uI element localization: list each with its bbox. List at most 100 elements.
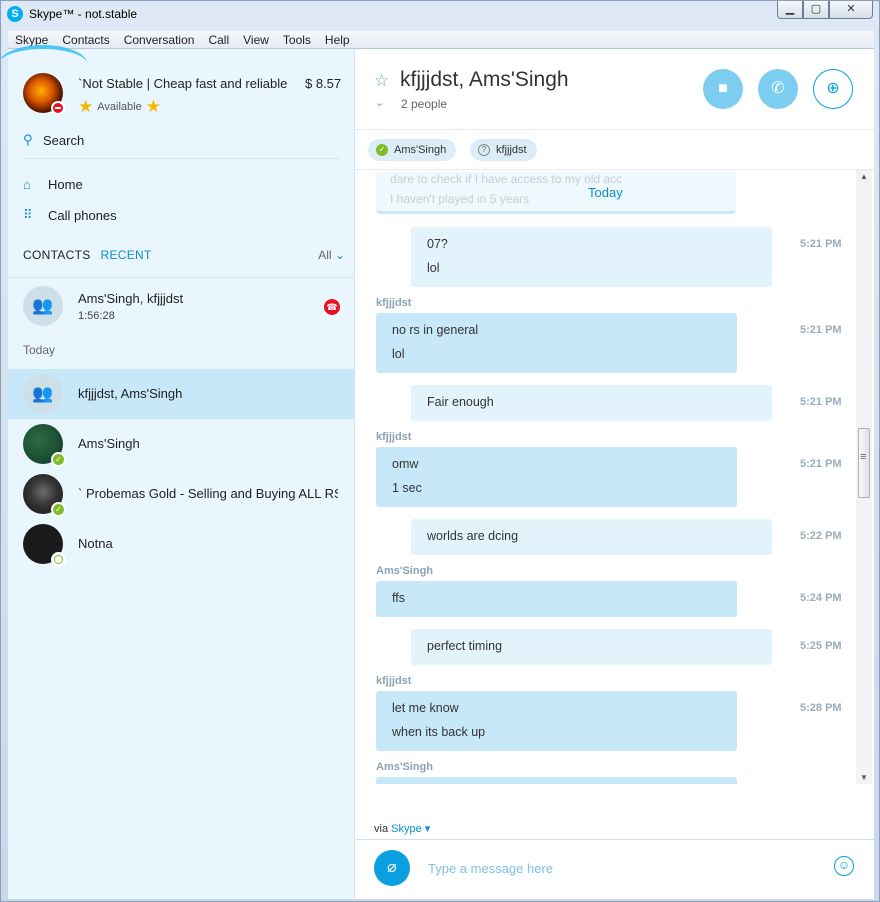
maximize-button[interactable]: ▢ — [803, 1, 829, 19]
search-label: Search — [43, 132, 85, 148]
message-sender: Ams'Singh — [376, 565, 434, 577]
minimize-button[interactable]: ▁ — [777, 1, 803, 19]
message-bubble[interactable]: no rs in general lol — [376, 313, 737, 373]
section-today-label: Today — [23, 343, 56, 357]
participant-chip[interactable]: ? kfjjjdst — [470, 139, 537, 161]
send-via-selector[interactable]: via Skype ▾ — [374, 822, 430, 835]
conversation-pane: ☆ kfjjjdst, Ams'Singh ⌄ 2 people ■ ✆ ⊕ ✓… — [356, 49, 874, 899]
scroll-down-icon[interactable]: ▼ — [860, 773, 868, 782]
list-item-notna[interactable]: Notna — [8, 519, 355, 569]
list-item-name: Notna — [78, 536, 113, 551]
message-bubble[interactable]: perfect timing — [411, 629, 772, 665]
home-icon: ⌂ — [23, 177, 31, 192]
message-time: 5:21 PM — [800, 238, 842, 250]
menu-contacts[interactable]: Contacts — [55, 31, 116, 48]
message-bubble[interactable]: let me know when its back up — [376, 691, 737, 751]
message-bubble[interactable]: omw 1 sec — [376, 447, 737, 507]
online-status-icon: ✓ — [51, 452, 66, 467]
scrolled-message-line: I haven't played in 5 years — [390, 192, 530, 206]
call-phones-button[interactable]: ⠿ Call phones — [23, 207, 117, 223]
menu-conversation[interactable]: Conversation — [117, 31, 202, 48]
list-item-amssingh[interactable]: ✓ Ams'Singh — [8, 419, 355, 469]
conversation-title[interactable]: kfjjjdst, Ams'Singh — [400, 68, 569, 92]
message-history[interactable]: dare to check if I have access to my old… — [356, 170, 856, 784]
video-camera-icon: ■ — [718, 80, 728, 97]
divider — [356, 129, 874, 130]
message-scrollbar[interactable]: ▲ ▼ — [856, 170, 872, 784]
favorite-star-icon[interactable]: ☆ — [374, 71, 389, 91]
message-bubble[interactable]: 07? lol — [411, 227, 772, 287]
tab-contacts[interactable]: CONTACTS — [23, 248, 91, 262]
search-button[interactable]: ⚲ Search — [23, 132, 84, 148]
message-sender: kfjjjdst — [376, 675, 412, 687]
unknown-status-icon: ? — [478, 144, 490, 156]
profile-status[interactable]: ★ Available ★ — [78, 98, 161, 115]
message-sender: kfjjjdst — [376, 297, 412, 309]
filter-dropdown[interactable]: All ⌄ — [318, 248, 345, 262]
recent-item-duration: 1:56:28 — [78, 310, 115, 322]
message-time: 5:21 PM — [800, 324, 842, 336]
title-bar: S Skype™ - not.stable ▁ ▢ ✕ — [1, 1, 879, 29]
profile-status-label: Available — [97, 100, 142, 113]
smiley-icon: ☺ — [837, 858, 851, 872]
tab-recent[interactable]: RECENT — [101, 248, 152, 262]
message-sender: kfjjjdst — [376, 431, 412, 443]
star-icon: ★ — [78, 97, 94, 116]
message-time: 5:21 PM — [800, 458, 842, 470]
message-line: lol — [427, 261, 440, 275]
via-service: Skype — [391, 823, 422, 835]
scroll-up-icon[interactable]: ▲ — [860, 172, 868, 181]
list-item-kfjjjdst-amssingh[interactable]: 👥 kfjjjdst, Ams'Singh — [8, 369, 355, 419]
list-item-name: kfjjjdst, Ams'Singh — [78, 386, 183, 401]
message-bubble[interactable] — [376, 777, 737, 784]
recent-item[interactable]: 👥 Ams'Singh, kfjjjdst 1:56:28 ☎ — [8, 281, 355, 331]
avatar — [23, 524, 66, 567]
paperclip-icon: ⌀ — [387, 859, 397, 876]
recent-item-name: Ams'Singh, kfjjjdst — [78, 291, 184, 306]
message-time: 5:28 PM — [800, 702, 842, 714]
divider — [8, 277, 355, 278]
message-sender: Ams'Singh — [376, 761, 434, 773]
home-button[interactable]: ⌂ Home — [23, 177, 83, 192]
message-line: lol — [392, 347, 405, 361]
participant-chip[interactable]: ✓ Ams'Singh — [368, 139, 457, 161]
menu-view[interactable]: View — [236, 31, 276, 48]
group-icon: 👥 — [23, 286, 63, 326]
divider — [23, 158, 340, 159]
group-icon: 👥 — [23, 374, 63, 414]
dialpad-icon: ⠿ — [23, 207, 33, 222]
compose-bar: ⌀ ☺ — [356, 839, 874, 899]
menu-tools[interactable]: Tools — [276, 31, 318, 48]
message-time: 5:24 PM — [800, 592, 842, 604]
list-item-probemas[interactable]: ✓ ` Probemas Gold - Selling and Buying A… — [8, 469, 355, 519]
participant-count[interactable]: 2 people — [401, 97, 447, 111]
add-people-button[interactable]: ⊕ — [813, 69, 853, 109]
window-title: Skype™ - not.stable — [29, 7, 138, 21]
message-bubble[interactable]: worlds are dcing — [411, 519, 772, 555]
message-bubble[interactable]: ffs — [376, 581, 737, 617]
emoticon-button[interactable]: ☺ — [834, 856, 854, 876]
chevron-down-icon: ⌄ — [334, 248, 345, 262]
scrollbar-thumb[interactable] — [858, 428, 870, 498]
message-time: 5:22 PM — [800, 530, 842, 542]
audio-call-button[interactable]: ✆ — [758, 69, 798, 109]
list-item-name: Ams'Singh — [78, 436, 140, 451]
attach-button[interactable]: ⌀ — [374, 850, 410, 886]
profile-avatar[interactable] — [23, 73, 65, 115]
online-status-icon: ✓ — [51, 502, 66, 517]
skype-credit[interactable]: $ 8.57 — [305, 76, 341, 91]
close-button[interactable]: ✕ — [829, 1, 873, 19]
list-item-name: ` Probemas Gold - Selling and Buying ALL… — [78, 486, 338, 501]
message-input[interactable] — [428, 857, 808, 879]
online-status-icon: ✓ — [376, 144, 388, 156]
sidebar: `Not Stable | Cheap fast and reliable $ … — [0, 45, 355, 899]
video-call-button[interactable]: ■ — [703, 69, 743, 109]
message-line: ffs — [392, 591, 405, 605]
menu-call[interactable]: Call — [201, 31, 236, 48]
menu-help[interactable]: Help — [318, 31, 357, 48]
message-bubble[interactable]: Fair enough — [411, 385, 772, 421]
profile-name[interactable]: `Not Stable | Cheap fast and reliable — [78, 76, 298, 91]
skype-logo-icon: S — [7, 6, 23, 22]
message-line: let me know — [392, 701, 459, 715]
chevron-down-icon[interactable]: ⌄ — [375, 96, 384, 109]
